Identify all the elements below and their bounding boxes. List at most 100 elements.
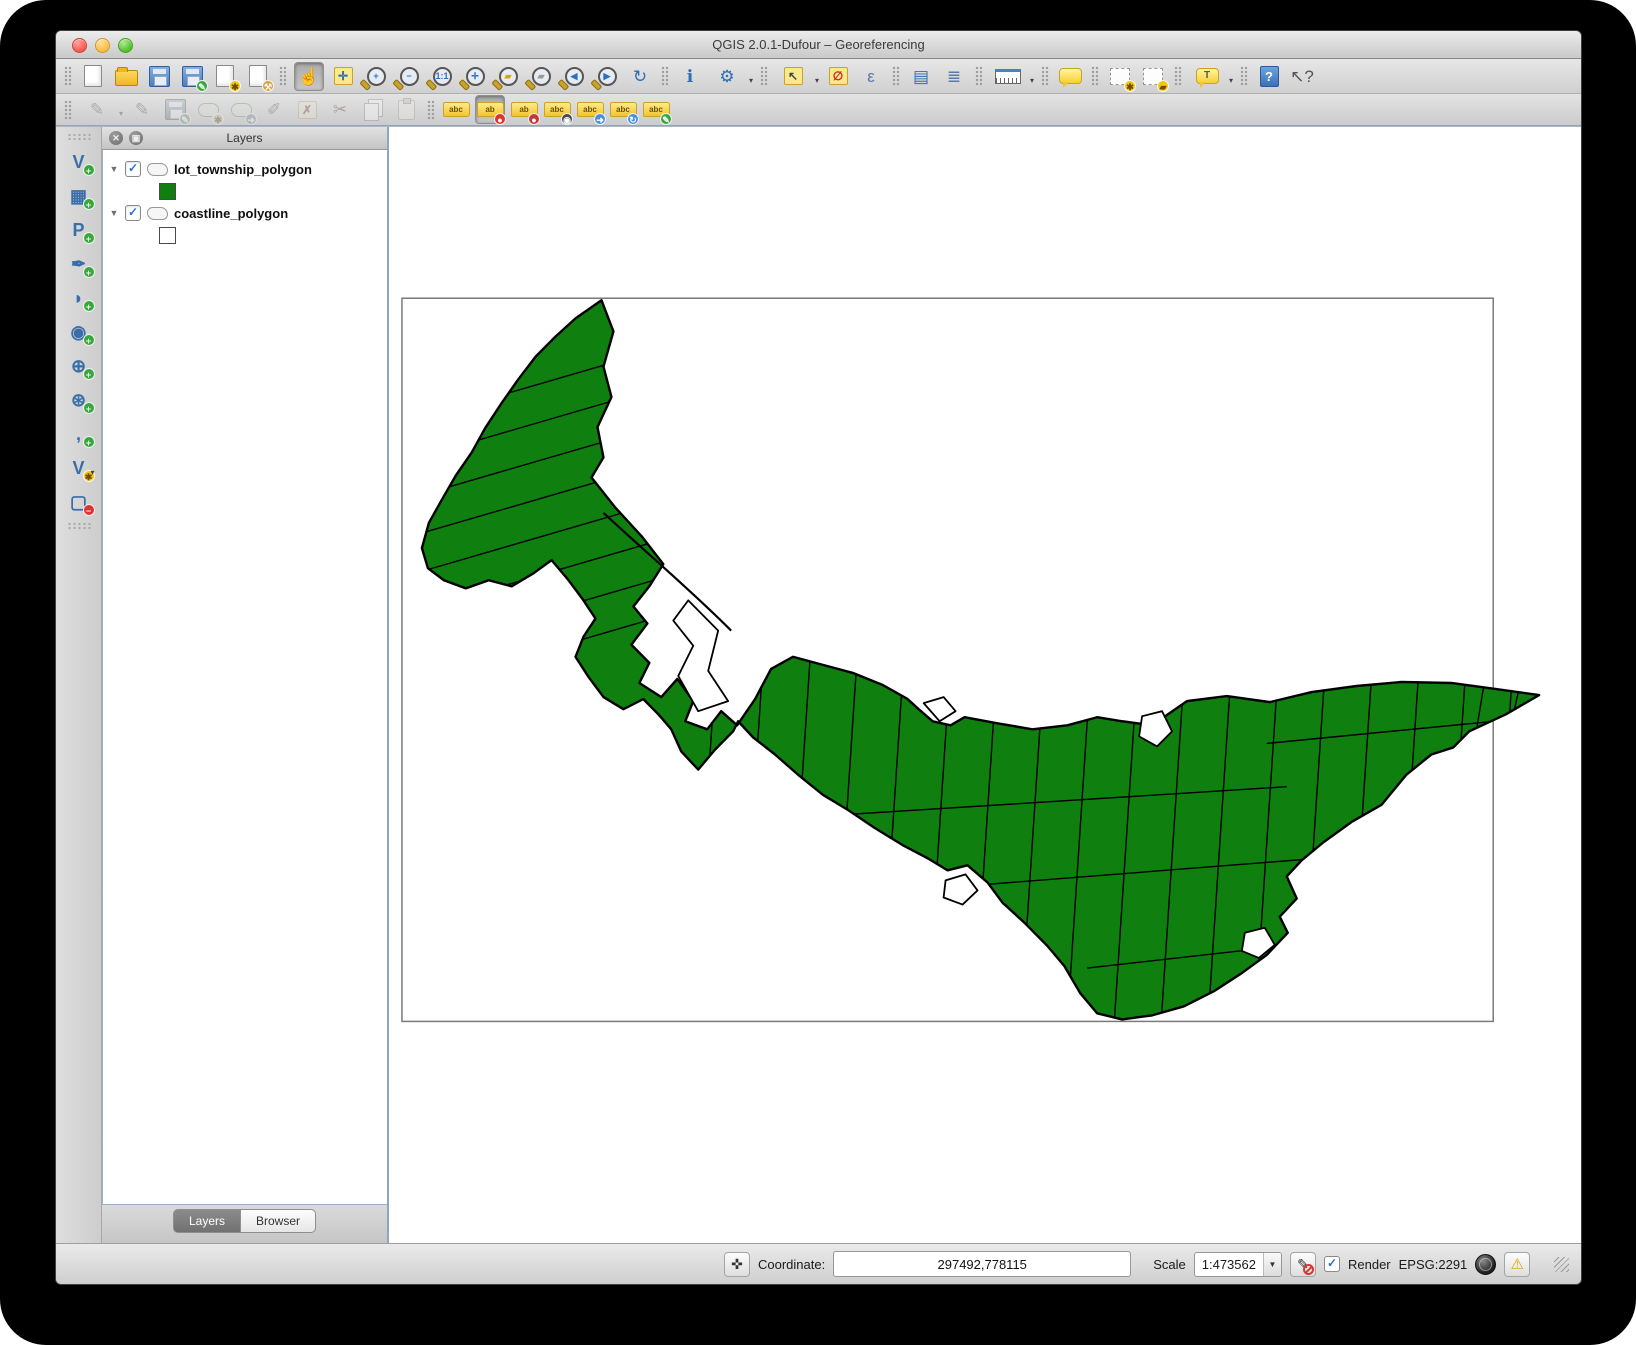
show-hide-labels-button[interactable]: abc◉ xyxy=(543,96,571,123)
identify-features-button[interactable]: ℹ xyxy=(676,63,704,90)
layer-labeling-options-button[interactable]: abc xyxy=(442,96,470,123)
select-features-button[interactable]: ↖▾ xyxy=(775,63,819,90)
stop-rendering-icon[interactable]: ✎ xyxy=(1290,1252,1316,1277)
remove-layer-badge-icon: − xyxy=(83,504,95,516)
add-oracle-layer-button[interactable]: ◉+ xyxy=(63,318,95,346)
new-print-composer-badge-icon: ✱ xyxy=(229,80,241,92)
rotate-label-button[interactable]: abc↻ xyxy=(609,96,637,123)
select-by-expression-button[interactable]: ε xyxy=(857,63,885,90)
select-features-dropdown-arrow[interactable]: ▾ xyxy=(815,76,819,85)
toolbar-drag-handle[interactable] xyxy=(67,522,91,531)
expand-triangle-icon[interactable]: ▼ xyxy=(109,208,119,218)
layer-visibility-checkbox[interactable]: ✓ xyxy=(125,205,141,221)
tab-layers[interactable]: Layers xyxy=(173,1209,240,1233)
layer-visibility-checkbox[interactable]: ✓ xyxy=(125,161,141,177)
add-vector-layer-badge-icon: + xyxy=(83,164,95,176)
save-layer-edits-button: ✎ xyxy=(161,96,189,123)
refresh-button[interactable]: ↻ xyxy=(626,63,654,90)
title-bar[interactable]: QGIS 2.0.1-Dufour – Georeferencing xyxy=(56,31,1581,59)
add-postgis-layer-button[interactable]: P+ xyxy=(63,216,95,244)
move-label-button[interactable]: abc➜ xyxy=(576,96,604,123)
add-delimited-text-layer-button[interactable]: ,+ xyxy=(63,420,95,448)
new-print-composer-button[interactable]: ✱ xyxy=(211,63,239,90)
change-label-badge-icon: ✎ xyxy=(660,113,672,125)
paste-features-icon xyxy=(398,100,415,120)
zoom-last-button[interactable]: ◀ xyxy=(560,63,588,90)
zoom-full-button[interactable]: ✛ xyxy=(461,63,489,90)
new-shapefile-layer-dropdown-arrow[interactable]: ▾ xyxy=(90,468,94,477)
layer-item-lot-township-polygon[interactable]: ▼ ✓ lot_township_polygon xyxy=(109,158,381,180)
open-project-button[interactable] xyxy=(112,63,140,90)
pin-unpin-labels-button[interactable]: ab● xyxy=(475,95,505,124)
layer-color-swatch[interactable] xyxy=(159,227,176,244)
layer-item-coastline-polygon[interactable]: ▼ ✓ coastline_polygon xyxy=(109,202,381,224)
crs-status: EPSG:2291 xyxy=(1399,1257,1468,1272)
zoom-to-layer-button[interactable]: ▰ xyxy=(527,63,555,90)
remove-layer-button[interactable]: ▢− xyxy=(63,488,95,516)
add-vector-layer-button[interactable]: V+ xyxy=(63,148,95,176)
render-checkbox[interactable]: ✓ xyxy=(1324,1256,1340,1272)
add-raster-layer-button[interactable]: ▦+ xyxy=(63,182,95,210)
scale-dropdown-arrow[interactable]: ▼ xyxy=(1263,1253,1281,1276)
expand-triangle-icon[interactable]: ▼ xyxy=(109,164,119,174)
zoom-native-button[interactable]: 1:1 xyxy=(428,63,456,90)
show-bookmarks-button[interactable]: ▰ xyxy=(1139,63,1167,90)
measure-button[interactable]: ▾ xyxy=(990,63,1034,90)
layer-tree[interactable]: ▼ ✓ lot_township_polygon ▼ ✓ coastline_p… xyxy=(102,150,387,1204)
add-wfs-layer-button[interactable]: ⊛+ xyxy=(63,386,95,414)
zoom-in-button[interactable]: + xyxy=(362,63,390,90)
polygon-layer-icon xyxy=(147,163,168,176)
measure-dropdown-arrow[interactable]: ▾ xyxy=(1030,76,1034,85)
mouse-position-toggle-icon[interactable]: ✜ xyxy=(724,1252,750,1277)
save-project-button[interactable] xyxy=(145,63,173,90)
help-contents-button[interactable]: ? xyxy=(1255,63,1283,90)
zoom-to-selection-button[interactable]: ▰ xyxy=(494,63,522,90)
coordinate-input[interactable] xyxy=(833,1251,1131,1277)
panel-tab-strip: Layers Browser xyxy=(102,1204,387,1243)
scale-combo[interactable]: 1:473562 ▼ xyxy=(1194,1252,1282,1277)
new-project-button[interactable] xyxy=(79,63,107,90)
zoom-next-button[interactable]: ▶ xyxy=(593,63,621,90)
panel-float-icon[interactable]: ▣ xyxy=(129,131,143,145)
zoom-to-layer-icon: ▰ xyxy=(532,67,551,86)
add-wms-layer-button[interactable]: ⊕+ xyxy=(63,352,95,380)
composer-manager-button[interactable]: ⚒ xyxy=(244,63,272,90)
zoom-in-icon: + xyxy=(367,67,386,86)
zoom-window-button[interactable] xyxy=(118,38,133,53)
deselect-features-button[interactable]: ∅ xyxy=(824,63,852,90)
screenshot-stage: QGIS 2.0.1-Dufour – Georeferencing ✎✱⚒☝✛… xyxy=(0,0,1636,1345)
tab-browser[interactable]: Browser xyxy=(240,1209,316,1233)
run-feature-action-dropdown-arrow[interactable]: ▾ xyxy=(749,76,753,85)
open-attribute-table-button[interactable]: ▤ xyxy=(907,63,935,90)
crs-globe-icon[interactable] xyxy=(1475,1254,1496,1275)
highlight-pinned-labels-button[interactable]: ab● xyxy=(510,96,538,123)
field-calculator-icon: ≣ xyxy=(947,68,961,85)
text-annotation-button[interactable]: T▾ xyxy=(1189,63,1233,90)
layer-color-swatch[interactable] xyxy=(159,183,176,200)
close-window-button[interactable] xyxy=(72,38,87,53)
map-tips-button[interactable] xyxy=(1056,63,1084,90)
add-spatialite-layer-button[interactable]: ✒+ xyxy=(63,250,95,278)
map-view xyxy=(389,127,1581,1243)
window-resize-grip[interactable] xyxy=(1554,1257,1569,1272)
layer-name[interactable]: coastline_polygon xyxy=(174,206,288,221)
field-calculator-button[interactable]: ≣ xyxy=(940,63,968,90)
text-annotation-dropdown-arrow[interactable]: ▾ xyxy=(1229,76,1233,85)
add-mssql-layer-button[interactable]: ◗+ xyxy=(63,284,95,312)
new-shapefile-layer-button[interactable]: V✱▾ xyxy=(63,454,95,482)
minimize-window-button[interactable] xyxy=(95,38,110,53)
layer-name[interactable]: lot_township_polygon xyxy=(174,162,312,177)
new-bookmark-button[interactable]: ✱ xyxy=(1106,63,1134,90)
panel-close-icon[interactable]: ✕ xyxy=(109,131,123,145)
map-canvas[interactable] xyxy=(389,127,1581,1243)
toolbar-drag-handle[interactable] xyxy=(67,133,91,142)
zoom-out-button[interactable]: − xyxy=(395,63,423,90)
pan-to-selection-button[interactable]: ✛ xyxy=(329,63,357,90)
whats-this-button[interactable]: ↖? xyxy=(1288,63,1316,90)
message-log-icon[interactable]: ⚠ xyxy=(1504,1252,1530,1277)
run-feature-action-button[interactable]: ⚙▾ xyxy=(709,63,753,90)
change-label-button[interactable]: abc✎ xyxy=(642,96,670,123)
pan-map-button[interactable]: ☝ xyxy=(294,62,324,91)
save-project-as-button[interactable]: ✎ xyxy=(178,63,206,90)
current-edits-dropdown-arrow[interactable]: ▾ xyxy=(119,109,123,118)
